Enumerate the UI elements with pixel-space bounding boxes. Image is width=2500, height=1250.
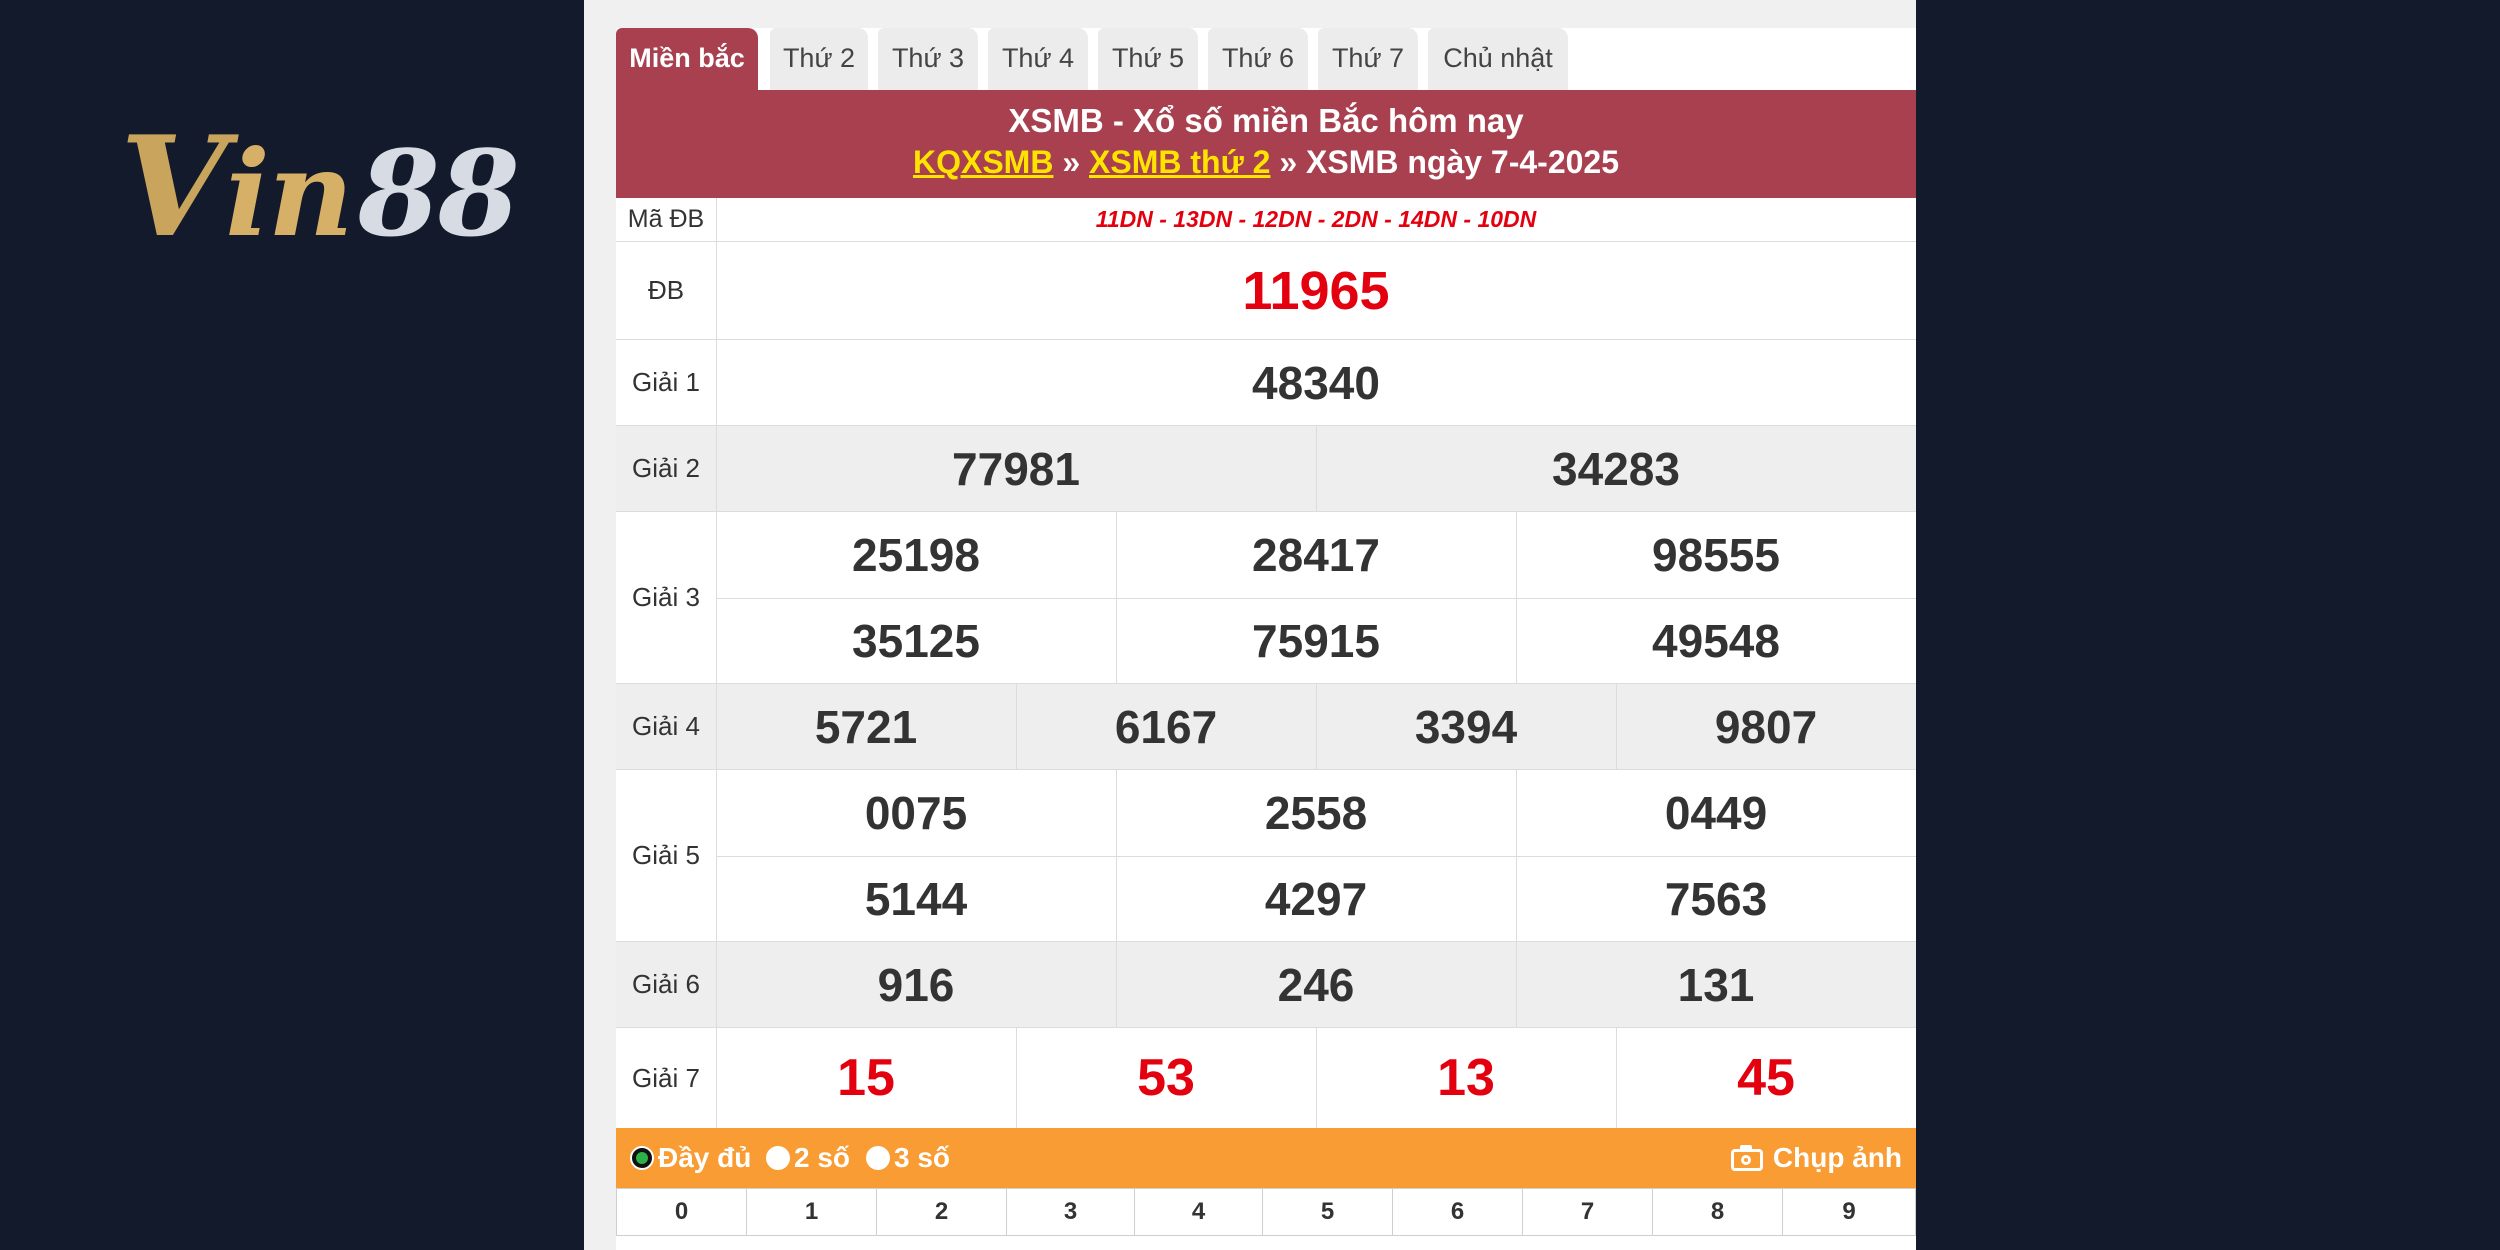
page-title: XSMB - Xổ số miền Bắc hôm nay (1008, 102, 1524, 139)
prize-g4-value: 5721 (814, 700, 918, 753)
radio-icon (866, 1146, 890, 1170)
prize-g7-value: 13 (1437, 1049, 1495, 1107)
prize-g3-value: 98555 (1652, 529, 1780, 581)
ma-db-label: Mã ĐB (616, 198, 717, 241)
tab-thu-6[interactable]: Thứ 6 (1208, 28, 1308, 90)
prize-db-label: ĐB (616, 242, 717, 339)
option-three-digits[interactable]: 3 số (866, 1128, 950, 1188)
prize-g2-label: Giải 2 (616, 426, 717, 511)
radio-checked-icon (630, 1146, 654, 1170)
prize-g3-value: 28417 (1252, 529, 1380, 581)
ma-db-row: Mã ĐB 11DN - 13DN - 12DN - 2DN - 14DN - … (616, 198, 1916, 242)
prize-g4-value: 9807 (1714, 700, 1818, 753)
digit-cell: 6 (1393, 1189, 1523, 1235)
tab-thu-4[interactable]: Thứ 4 (988, 28, 1088, 90)
prize-g3-row: Giải 3 25198 28417 98555 35125 75915 495… (616, 512, 1916, 684)
prize-g3-value: 35125 (852, 614, 980, 667)
prize-g5-value: 2558 (1264, 787, 1368, 839)
digit-cell: 0 (617, 1189, 747, 1235)
breadcrumb-current: XSMB ngày 7-4-2025 (1306, 144, 1620, 180)
prize-g3-value: 49548 (1652, 614, 1780, 667)
digit-cell: 5 (1263, 1189, 1393, 1235)
breadcrumb-xsmb-thu2-link[interactable]: XSMB thứ 2 (1089, 144, 1270, 180)
prize-g5-value: 5144 (864, 872, 968, 925)
tab-thu-2[interactable]: Thứ 2 (770, 28, 868, 90)
logo-88: 88 (357, 124, 520, 263)
prize-g6-label: Giải 6 (616, 942, 717, 1027)
tab-thu-7[interactable]: Thứ 7 (1318, 28, 1418, 90)
option-full-label: Đầy đủ (658, 1142, 752, 1173)
snapshot-label: Chụp ảnh (1772, 1142, 1902, 1173)
prize-g3-label: Giải 3 (616, 512, 717, 683)
ma-db-value: 11DN - 13DN - 12DN - 2DN - 14DN - 10DN (1095, 206, 1537, 232)
prize-g5-value: 7563 (1664, 872, 1768, 925)
prize-g6-value: 916 (877, 958, 955, 1011)
prize-g4-label: Giải 4 (616, 684, 717, 769)
prize-g7-value: 53 (1137, 1049, 1195, 1107)
prize-g1-row: Giải 1 48340 (616, 340, 1916, 426)
prize-g2-row: Giải 2 77981 34283 (616, 426, 1916, 512)
prize-g5-label: Giải 5 (616, 770, 717, 941)
logo-v: V (120, 105, 227, 268)
option-three-label: 3 số (894, 1142, 951, 1173)
option-full[interactable]: Đầy đủ (630, 1128, 751, 1188)
prize-g6-row: Giải 6 916 246 131 (616, 942, 1916, 1028)
digit-cell: 8 (1653, 1189, 1783, 1235)
prize-g2-value: 34283 (1552, 442, 1680, 495)
region-tabs: Miền bắc Thứ 2 Thứ 3 Thứ 4 Thứ 5 Thứ 6 T… (616, 28, 1916, 90)
prize-g6-value: 131 (1677, 958, 1755, 1011)
prize-g1-label: Giải 1 (616, 340, 717, 425)
digit-cell: 4 (1135, 1189, 1263, 1235)
tab-thu-5[interactable]: Thứ 5 (1098, 28, 1198, 90)
digit-cell: 3 (1007, 1189, 1135, 1235)
display-options-bar: Đầy đủ 2 số 3 số Chụp ảnh (616, 1128, 1916, 1188)
option-two-digits[interactable]: 2 số (766, 1128, 850, 1188)
tab-thu-3[interactable]: Thứ 3 (878, 28, 978, 90)
prize-db-row: ĐB 11965 (616, 242, 1916, 340)
results-content: Miền bắc Thứ 2 Thứ 3 Thứ 4 Thứ 5 Thứ 6 T… (616, 28, 1916, 1250)
digit-cell: 1 (747, 1189, 877, 1235)
prize-g5-row: Giải 5 0075 2558 0449 5144 4297 7563 (616, 770, 1916, 942)
breadcrumb-separator: » (1062, 144, 1081, 180)
prize-g5-value: 4297 (1264, 872, 1368, 925)
breadcrumb-separator: » (1279, 144, 1298, 180)
vin88-logo: Vin88 (120, 118, 520, 256)
prize-g5-value: 0449 (1664, 787, 1768, 839)
prize-g5-value: 0075 (864, 787, 968, 839)
results-panel: Miền bắc Thứ 2 Thứ 3 Thứ 4 Thứ 5 Thứ 6 T… (584, 0, 1916, 1250)
prize-g3-value: 75915 (1252, 614, 1380, 667)
logo-in: in (225, 124, 354, 263)
breadcrumb: KQXSMB » XSMB thứ 2 » XSMB ngày 7-4-2025 (616, 144, 1916, 181)
digit-cell: 2 (877, 1189, 1007, 1235)
prize-g4-row: Giải 4 5721 6167 3394 9807 (616, 684, 1916, 770)
tab-mien-bac[interactable]: Miền bắc (616, 28, 758, 90)
prize-g7-value: 45 (1737, 1049, 1795, 1107)
breadcrumb-kqxsmb-link[interactable]: KQXSMB (913, 144, 1053, 180)
results-header: XSMB - Xổ số miền Bắc hôm nay KQXSMB » X… (616, 90, 1916, 198)
digit-cell: 9 (1842, 1198, 1856, 1225)
prize-g7-value: 15 (837, 1049, 895, 1107)
prize-g4-value: 6167 (1114, 700, 1218, 753)
prize-g7-label: Giải 7 (616, 1028, 717, 1128)
prize-g7-row: Giải 7 15 53 13 45 (616, 1028, 1916, 1128)
prize-db-value: 11965 (1242, 260, 1390, 321)
prize-g6-value: 246 (1277, 958, 1355, 1011)
prize-g1-value: 48340 (1252, 356, 1380, 409)
prize-g4-value: 3394 (1414, 700, 1518, 753)
snapshot-button[interactable]: Chụp ảnh (1730, 1128, 1902, 1188)
prize-g2-value: 77981 (952, 442, 1080, 495)
radio-icon (766, 1146, 790, 1170)
option-two-label: 2 số (794, 1142, 851, 1173)
digit-cell: 7 (1523, 1189, 1653, 1235)
tab-chu-nhat[interactable]: Chủ nhật (1428, 28, 1568, 90)
camera-icon (1730, 1145, 1763, 1171)
prize-g3-value: 25198 (852, 529, 980, 581)
digit-header-row: 0 1 2 3 4 5 6 7 8 9 (616, 1188, 1916, 1236)
